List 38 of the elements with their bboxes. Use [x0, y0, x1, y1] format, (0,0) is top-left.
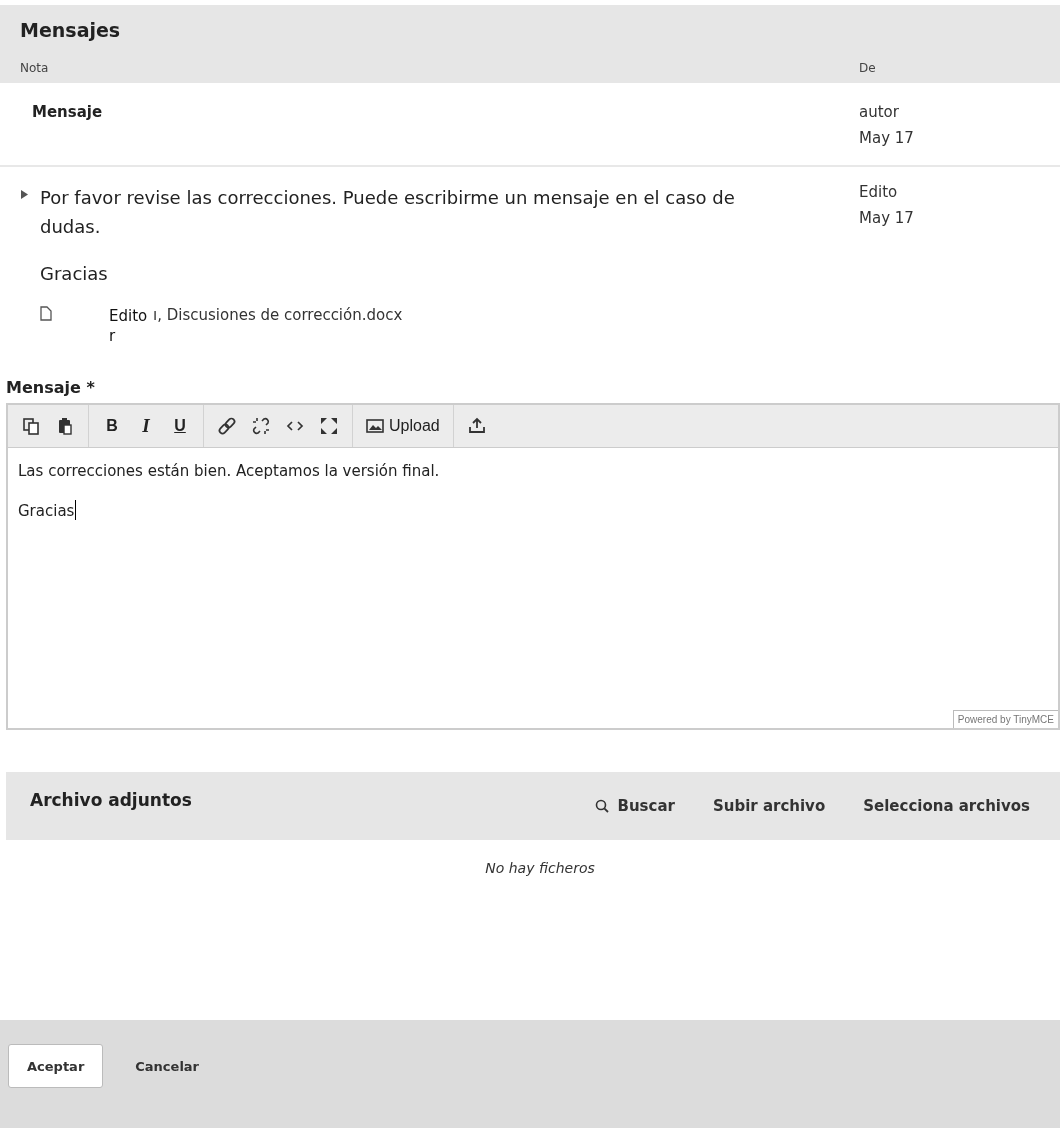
sender-name: autor [859, 103, 900, 121]
column-header: Nota [20, 61, 50, 75]
broken-link-icon [252, 417, 270, 435]
paste-icon [56, 417, 74, 435]
link-icon [218, 417, 236, 435]
upload-image-button[interactable]: Upload [361, 409, 445, 443]
message-date: May 17 [859, 129, 915, 147]
redacted-author: Edito r [109, 306, 149, 346]
attachment-link[interactable]: ı, Discusiones de corrección.docx [153, 306, 403, 324]
search-link[interactable]: Buscar [595, 797, 675, 815]
rich-text-editor[interactable]: B I U Upload Las correcciones están bien. Aceptamos la versión final. Gracias Powered by TinyMCE [6, 403, 1060, 730]
action-link[interactable]: Selecciona archivos [863, 797, 1030, 815]
field-label: Mensaje * [5, 378, 96, 397]
column-header: De [859, 61, 877, 75]
bold-button[interactable]: B [97, 409, 127, 443]
section-title: Mensajes [20, 19, 122, 41]
upload-icon [467, 417, 486, 435]
message-text: Por favor revise las correcciones. Puede escribirme un mensaje en el caso de dudas. [40, 186, 736, 239]
cancel-button[interactable]: Cancelar [117, 1044, 218, 1088]
editor-branding: Powered by TinyMCE [952, 710, 1058, 728]
message-heading: Mensaje [31, 103, 104, 121]
copy-icon [22, 417, 40, 435]
search-icon [595, 799, 610, 813]
accept-button[interactable]: Aceptar [8, 1044, 104, 1088]
expand-arrow-icon[interactable] [20, 190, 28, 199]
empty-message: No hay ficheros [484, 860, 596, 876]
message-date: May 17 [859, 209, 915, 227]
italic-button[interactable]: I [131, 409, 161, 443]
editor-paragraph: Gracias [18, 500, 78, 520]
message-closing: Gracias [40, 263, 109, 284]
editor-paragraph: Las correcciones están bien. Aceptamos la versión final. [18, 462, 441, 480]
fullscreen-icon [320, 417, 338, 435]
action-link[interactable]: Subir archivo [712, 797, 826, 815]
underline-button[interactable]: U [165, 409, 195, 443]
image-icon [366, 417, 384, 435]
sender-name: Edito [859, 183, 899, 201]
file-icon [40, 306, 52, 321]
section-title: Archivo adjuntos [30, 790, 193, 810]
